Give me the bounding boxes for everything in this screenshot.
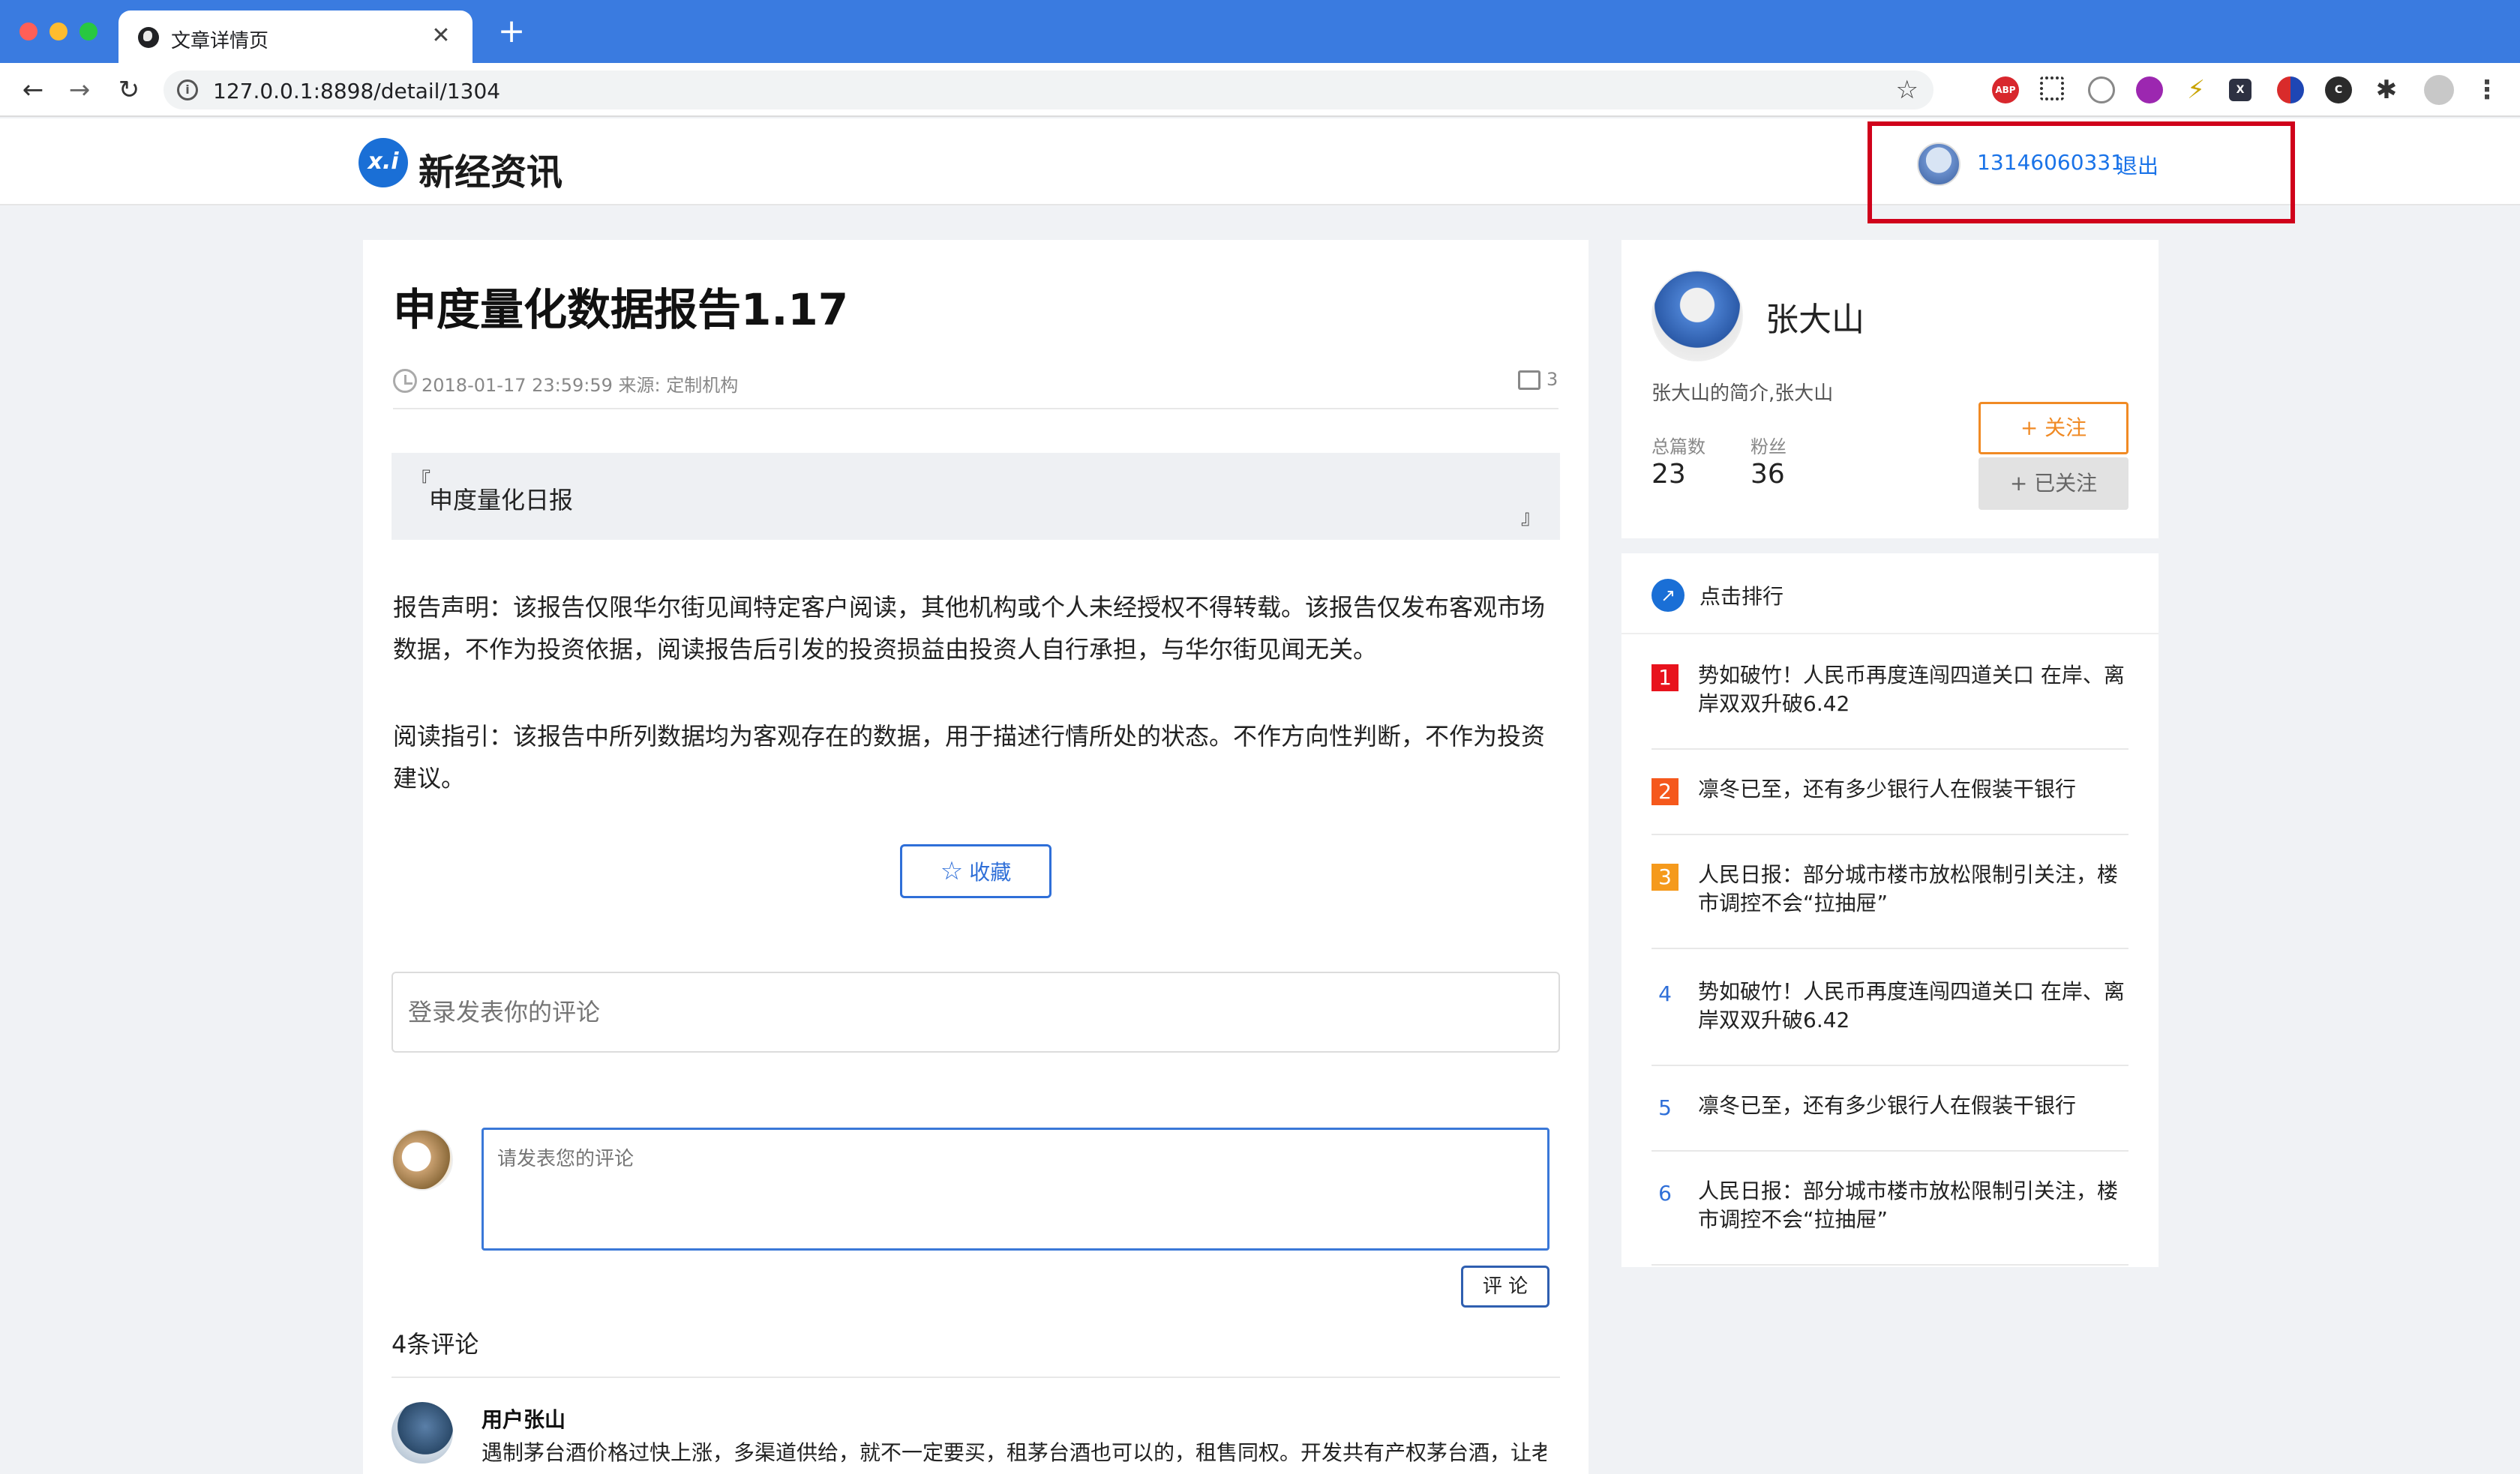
clock-icon [393, 369, 417, 393]
comments-divider [392, 1377, 1560, 1378]
quote-open-mark: 『 [411, 469, 431, 492]
bookmark-star-icon[interactable]: ☆ [1896, 75, 1918, 105]
rank-link[interactable]: 人民日报：部分城市楼市放松限制引关注，楼市调控不会“拉抽屉” [1698, 861, 2128, 918]
browser-tab-bar: 文章详情页 ✕ + [0, 0, 2520, 63]
comment-username: 用户张山 [482, 1407, 566, 1432]
article-paragraph: 阅读指引：该报告中所列数据均为客观存在的数据，用于描述行情所处的状态。不作方向性… [393, 722, 1546, 792]
rank-link[interactable]: 势如破竹！人民币再度连闯四道关口 在岸、离岸双双升破6.42 [1698, 978, 2128, 1035]
followed-button[interactable]: + 已关注 [1978, 457, 2128, 510]
browser-toolbar: ← → ↻ i 127.0.0.1:8898/detail/1304 ☆ ABP… [0, 63, 2520, 117]
address-bar[interactable]: i 127.0.0.1:8898/detail/1304 ☆ [164, 70, 1934, 109]
submit-comment-button[interactable]: 评 论 [1461, 1266, 1550, 1308]
favorite-button[interactable]: ☆ 收藏 [900, 844, 1052, 898]
author-card: 张大山 张大山的简介,张大山 总篇数 23 粉丝 36 + 关注 + 已关注 [1622, 240, 2158, 538]
comments-total: 4条评论 [392, 1330, 479, 1359]
url-text[interactable]: 127.0.0.1:8898/detail/1304 [213, 79, 500, 103]
tab-close-icon[interactable]: ✕ [426, 21, 456, 51]
follow-button[interactable]: + 关注 [1978, 402, 2128, 454]
logo-text: 新经资讯 [418, 151, 563, 193]
stat-articles-value: 23 [1652, 459, 1686, 490]
ranking-title: 点击排行 [1700, 584, 1784, 609]
author-name: 张大山 [1766, 301, 1864, 339]
stat-fans-value: 36 [1750, 459, 1785, 490]
rank-link[interactable]: 人民日报：部分城市楼市放松限制引关注，楼市调控不会“拉抽屉” [1698, 1177, 2128, 1234]
favorite-label: 收藏 [969, 860, 1012, 885]
star-icon: ☆ [940, 856, 964, 886]
forward-arrow-icon[interactable]: → [63, 73, 96, 106]
rank-link[interactable]: 势如破竹！人民币再度连闯四道关口 在岸、离岸双双升破6.42 [1698, 661, 2128, 718]
c-extension-icon[interactable]: C [2325, 76, 2352, 103]
adblock-plus-icon[interactable]: ABP [1992, 76, 2019, 103]
ranking-separator [1652, 748, 2128, 750]
article-card: 申度量化数据报告1.17 2018-01-17 23:59:59 来源: 定制机… [363, 240, 1588, 1474]
flag-extension-icon[interactable] [2277, 76, 2304, 103]
article-comment-count: 3 [1546, 369, 1558, 390]
rank-number: 3 [1652, 864, 1678, 891]
ranking-separator [1652, 1065, 2128, 1066]
article-paragraph: 报告声明：该报告仅限华尔街见闻特定客户阅读，其他机构或个人未经授权不得转载。该报… [393, 593, 1546, 664]
reload-icon[interactable]: ↻ [112, 73, 146, 106]
rank-number: 1 [1652, 664, 1678, 691]
active-tab[interactable]: 文章详情页 ✕ [118, 10, 472, 63]
ranking-separator [1652, 1264, 2128, 1266]
profile-icon[interactable] [2424, 75, 2454, 105]
window-minimize-button[interactable] [50, 22, 68, 40]
meta-divider [393, 408, 1558, 409]
rank-number: 2 [1652, 778, 1678, 805]
trending-icon: ↗ [1652, 579, 1684, 612]
current-user-avatar [392, 1129, 453, 1191]
new-tab-button[interactable]: + [495, 15, 528, 48]
logo-mark-icon: x.i [358, 138, 408, 187]
quote-close-mark: 』 [1520, 507, 1540, 529]
author-bio: 张大山的简介,张大山 [1652, 382, 1834, 405]
qr-code-icon[interactable] [2040, 76, 2064, 100]
comment-user-avatar [392, 1402, 453, 1464]
bolt-extension-icon[interactable]: ⚡ [2182, 76, 2210, 103]
site-info-icon[interactable]: i [177, 79, 198, 100]
rank-number: 6 [1658, 1181, 1672, 1206]
quote-text: 申度量化日报 [429, 486, 574, 514]
login-comment-input[interactable] [392, 972, 1560, 1053]
ranking-separator [1652, 948, 2128, 949]
menu-kebab-icon[interactable]: ⋮ [2472, 76, 2502, 103]
comment-text: 遇制茅台酒价格过快上涨，多渠道供给，就不一定要买，租茅台酒也可以的，租售同权。开… [482, 1440, 1546, 1465]
tab-title: 文章详情页 [171, 30, 269, 52]
article-date-source: 2018-01-17 23:59:59 来源: 定制机构 [422, 375, 739, 396]
globe-favicon-icon [138, 27, 159, 48]
ranking-divider [1622, 633, 2158, 634]
user-area-highlight [1868, 121, 2295, 223]
ranking-separator [1652, 1150, 2128, 1152]
ranking-separator [1652, 834, 2128, 835]
rank-number: 4 [1658, 981, 1672, 1006]
stat-articles-label: 总篇数 [1652, 436, 1706, 457]
stat-fans-label: 粉丝 [1750, 436, 1786, 457]
rank-link[interactable]: 凛冬已至，还有多少银行人在假装干银行 [1698, 1092, 2128, 1120]
ranking-card: ↗ 点击排行 1 势如破竹！人民币再度连闯四道关口 在岸、离岸双双升破6.42 … [1622, 553, 2158, 1267]
summary-quote: 『 申度量化日报 』 [392, 453, 1560, 540]
globe-icon[interactable] [2088, 76, 2115, 103]
puzzle-icon[interactable]: ✱ [2373, 76, 2400, 103]
window-close-button[interactable] [20, 22, 38, 40]
back-arrow-icon[interactable]: ← [16, 73, 50, 106]
window-maximize-button[interactable] [80, 22, 98, 40]
rank-number: 5 [1658, 1095, 1672, 1120]
purple-extension-icon[interactable] [2136, 76, 2163, 103]
author-avatar[interactable] [1652, 270, 1743, 361]
x-extension-icon[interactable]: X [2229, 79, 2252, 101]
comment-textarea[interactable] [482, 1128, 1550, 1251]
rank-link[interactable]: 凛冬已至，还有多少银行人在假装干银行 [1698, 775, 2128, 804]
comment-icon [1518, 370, 1540, 390]
article-title: 申度量化数据报告1.17 [393, 284, 849, 335]
